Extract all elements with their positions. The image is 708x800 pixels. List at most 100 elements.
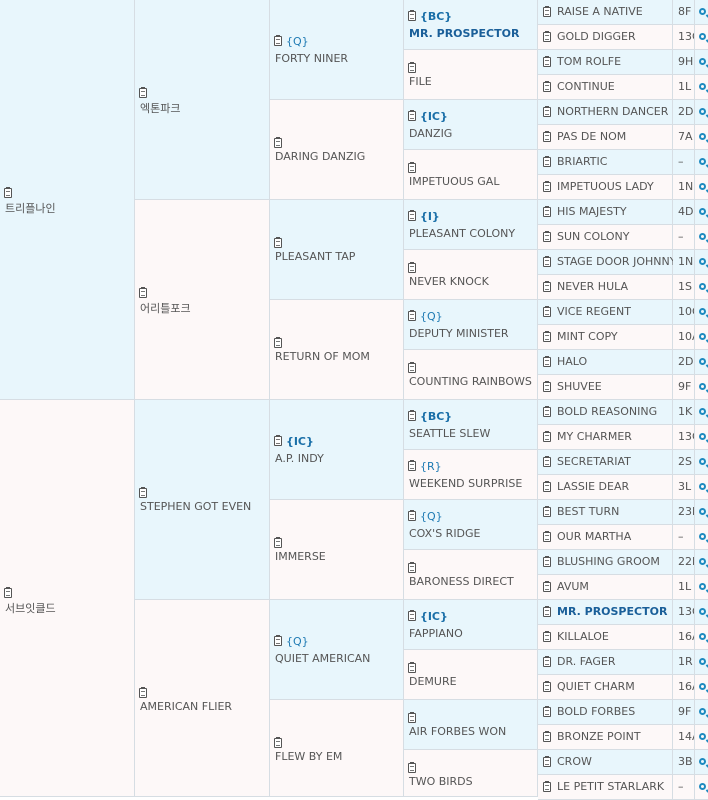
horse-name[interactable]: FORTY NINER [275, 52, 348, 65]
gen5-cell[interactable]: KILLALOE [538, 625, 673, 650]
gen3-cell[interactable]: FLEW BY EM [270, 700, 404, 797]
gen4-cell[interactable]: AIR FORBES WON [404, 700, 538, 750]
gen5-cell[interactable]: DR. FAGER [538, 650, 673, 675]
gen5-cell[interactable]: SECRETARIAT [538, 450, 673, 475]
gen5-cell[interactable]: LASSIE DEAR [538, 475, 673, 500]
horse-name[interactable]: 어리틀포크 [140, 300, 191, 316]
gen4-cell[interactable]: {BC} MR. PROSPECTOR [404, 0, 538, 50]
search-icon[interactable] [699, 358, 706, 365]
search-button[interactable] [695, 650, 708, 675]
horse-name-link[interactable]: MR. PROSPECTOR [409, 27, 519, 40]
clipboard-icon[interactable] [274, 35, 282, 46]
gen4-cell[interactable]: {Q} DEPUTY MINISTER [404, 300, 538, 350]
clipboard-icon[interactable] [139, 287, 147, 298]
clipboard-icon[interactable] [543, 406, 551, 417]
horse-name[interactable]: QUIET CHARM [557, 680, 635, 693]
search-icon[interactable] [699, 283, 706, 290]
search-button[interactable] [695, 775, 708, 800]
gen2-cell[interactable]: 엑톤파크 [135, 0, 270, 200]
horse-name[interactable]: AVUM [557, 580, 589, 593]
horse-name[interactable]: 엑톤파크 [140, 100, 180, 116]
horse-name[interactable]: COX'S RIDGE [409, 527, 481, 540]
horse-name[interactable]: BRIARTIC [557, 155, 607, 168]
gen5-cell[interactable]: BOLD FORBES [538, 700, 673, 725]
gen5-cell[interactable]: CONTINUE [538, 75, 673, 100]
horse-name[interactable]: MINT COPY [557, 330, 618, 343]
horse-name[interactable]: RETURN OF MOM [275, 350, 370, 363]
horse-name[interactable]: IMPETUOUS LADY [557, 180, 654, 193]
gen4-cell[interactable]: {Q} COX'S RIDGE [404, 500, 538, 550]
clipboard-icon[interactable] [408, 460, 416, 471]
search-icon[interactable] [699, 733, 706, 740]
search-button[interactable] [695, 625, 708, 650]
gen2-cell[interactable]: AMERICAN FLIER [135, 600, 270, 797]
horse-name[interactable]: FILE [409, 75, 432, 88]
search-icon[interactable] [699, 508, 706, 515]
gen3-cell[interactable]: DARING DANZIG [270, 100, 404, 200]
gen5-cell[interactable]: QUIET CHARM [538, 675, 673, 700]
gen5-cell[interactable]: IMPETUOUS LADY [538, 175, 673, 200]
clipboard-icon[interactable] [274, 635, 282, 646]
gen4-cell[interactable]: {BC} SEATTLE SLEW [404, 400, 538, 450]
search-button[interactable] [695, 175, 708, 200]
horse-name[interactable]: SEATTLE SLEW [409, 427, 490, 440]
search-icon[interactable] [699, 258, 706, 265]
horse-name[interactable]: DEPUTY MINISTER [409, 327, 509, 340]
search-button[interactable] [695, 400, 708, 425]
clipboard-icon[interactable] [408, 662, 416, 673]
horse-name[interactable]: BOLD REASONING [557, 405, 657, 418]
clipboard-icon[interactable] [543, 206, 551, 217]
horse-name[interactable]: KILLALOE [557, 630, 609, 643]
clipboard-icon[interactable] [408, 712, 416, 723]
gen4-cell[interactable]: FILE [404, 50, 538, 100]
gen5-cell[interactable]: BOLD REASONING [538, 400, 673, 425]
horse-name[interactable]: IMMERSE [275, 550, 326, 563]
horse-name[interactable]: FLEW BY EM [275, 750, 342, 763]
gen5-cell[interactable]: AVUM [538, 575, 673, 600]
search-icon[interactable] [699, 308, 706, 315]
search-button[interactable] [695, 500, 708, 525]
horse-name[interactable]: CROW [557, 755, 592, 768]
horse-name[interactable]: STEPHEN GOT EVEN [140, 500, 251, 513]
search-icon[interactable] [699, 83, 706, 90]
search-icon[interactable] [699, 583, 706, 590]
clipboard-icon[interactable] [543, 656, 551, 667]
gen5-cell[interactable]: BEST TURN [538, 500, 673, 525]
gen4-cell[interactable]: {IC} DANZIG [404, 100, 538, 150]
horse-name[interactable]: BEST TURN [557, 505, 619, 518]
gen4-cell[interactable]: DEMURE [404, 650, 538, 700]
horse-name[interactable]: HIS MAJESTY [557, 205, 627, 218]
horse-name[interactable]: AIR FORBES WON [409, 725, 506, 738]
gen4-cell[interactable]: {R} WEEKEND SURPRISE [404, 450, 538, 500]
search-button[interactable] [695, 225, 708, 250]
gen4-cell[interactable]: {I} PLEASANT COLONY [404, 200, 538, 250]
gen5-cell[interactable]: STAGE DOOR JOHNNY [538, 250, 676, 275]
horse-name[interactable]: 트리플나인 [5, 200, 56, 216]
clipboard-icon[interactable] [408, 110, 416, 121]
search-button[interactable] [695, 200, 708, 225]
search-icon[interactable] [699, 408, 706, 415]
horse-name[interactable]: MY CHARMER [557, 430, 632, 443]
search-icon[interactable] [699, 8, 706, 15]
horse-name[interactable]: NEVER KNOCK [409, 275, 489, 288]
clipboard-icon[interactable] [274, 137, 282, 148]
gen5-cell[interactable]: VICE REGENT [538, 300, 673, 325]
horse-name[interactable]: STAGE DOOR JOHNNY [557, 255, 676, 268]
horse-name[interactable]: DARING DANZIG [275, 150, 365, 163]
search-button[interactable] [695, 325, 708, 350]
search-icon[interactable] [699, 608, 706, 615]
gen5-cell[interactable]: OUR MARTHA [538, 525, 673, 550]
search-button[interactable] [695, 50, 708, 75]
search-button[interactable] [695, 425, 708, 450]
gen4-cell[interactable]: IMPETUOUS GAL [404, 150, 538, 200]
search-button[interactable] [695, 375, 708, 400]
clipboard-icon[interactable] [408, 310, 416, 321]
gen5-cell[interactable]: MR. PROSPECTOR [538, 600, 673, 625]
horse-name[interactable]: WEEKEND SURPRISE [409, 477, 522, 490]
gen2-cell[interactable]: STEPHEN GOT EVEN [135, 400, 270, 600]
horse-name[interactable]: RAISE A NATIVE [557, 5, 643, 18]
search-button[interactable] [695, 350, 708, 375]
horse-name[interactable]: PLEASANT COLONY [409, 227, 515, 240]
search-button[interactable] [695, 475, 708, 500]
clipboard-icon[interactable] [543, 531, 551, 542]
